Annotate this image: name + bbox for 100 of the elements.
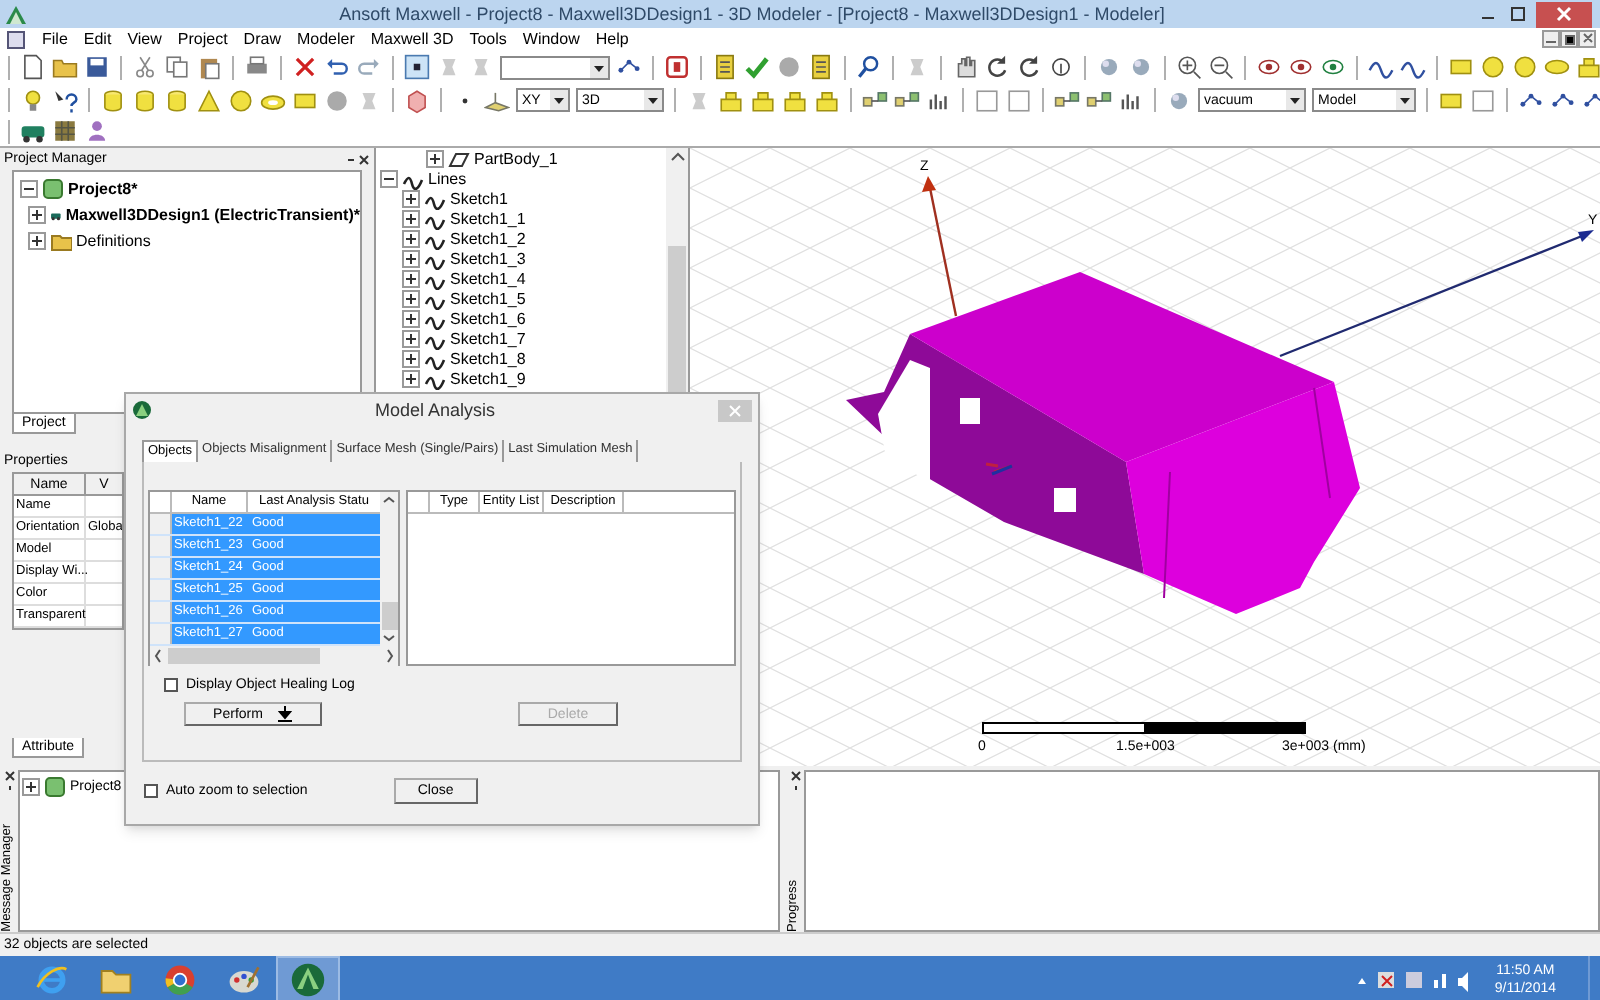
circle-icon[interactable] <box>1480 54 1506 80</box>
cube-icon[interactable] <box>404 87 430 113</box>
rotate-icon[interactable] <box>984 54 1010 80</box>
cylinder-icon[interactable] <box>132 87 158 113</box>
menu-item[interactable]: Edit <box>75 31 120 47</box>
box-icon[interactable] <box>1576 54 1600 80</box>
tree-item[interactable]: Maxwell3DDesign1 (ElectricTransient)* <box>65 207 360 223</box>
cylinder-icon[interactable] <box>100 87 126 113</box>
close-icon[interactable] <box>1536 1 1592 27</box>
expand-icon[interactable] <box>402 290 420 308</box>
tree-item[interactable]: Definitions <box>76 233 151 249</box>
eye-icon[interactable] <box>1320 54 1346 80</box>
menu-item[interactable]: View <box>119 31 170 47</box>
menu-item[interactable]: Maxwell 3D <box>362 31 462 47</box>
restore-buttons-icon[interactable] <box>1542 30 1596 48</box>
delete-icon[interactable] <box>292 54 318 80</box>
pin-close-icon[interactable] <box>346 151 370 167</box>
scroll-down-icon[interactable] <box>380 630 398 646</box>
zoom-in-icon[interactable] <box>1176 54 1202 80</box>
expand-icon[interactable] <box>402 190 420 208</box>
cylinder-icon[interactable] <box>164 87 190 113</box>
document-icon[interactable] <box>6 29 26 49</box>
save-icon[interactable] <box>84 54 110 80</box>
expand-icon[interactable] <box>402 350 420 368</box>
tree-item[interactable]: PartBody_1 <box>474 151 558 167</box>
expand-icon[interactable] <box>402 210 420 228</box>
caret-icon[interactable] <box>550 90 568 110</box>
menu-item[interactable]: Help <box>587 31 637 47</box>
linked-boxes-icon[interactable] <box>1054 87 1080 113</box>
tree-item[interactable]: Sketch1_2 <box>450 231 526 247</box>
menu-item[interactable]: Draw <box>235 31 289 47</box>
taskbar-button[interactable] <box>276 956 340 1000</box>
tree-item[interactable]: Sketch1_7 <box>450 331 526 347</box>
caret-icon[interactable] <box>1286 90 1304 110</box>
eye-icon[interactable] <box>1288 54 1314 80</box>
caret-icon[interactable] <box>644 90 662 110</box>
tree-item[interactable]: Sketch1_5 <box>450 291 526 307</box>
circle-icon[interactable] <box>228 87 254 113</box>
tree-item[interactable]: Sketch1_8 <box>450 351 526 367</box>
box-icon[interactable] <box>782 87 808 113</box>
caret-icon[interactable] <box>590 57 608 77</box>
tree-item[interactable]: Sketch1_6 <box>450 311 526 327</box>
eye-icon[interactable] <box>1256 54 1282 80</box>
menu-item[interactable]: Modeler <box>288 31 363 47</box>
pointer-icon[interactable] <box>404 54 430 80</box>
magnifier-icon[interactable] <box>856 54 882 80</box>
expand-icon[interactable] <box>426 150 444 168</box>
circled-i-icon[interactable] <box>1048 54 1074 80</box>
menu-item[interactable]: File <box>34 31 76 47</box>
tree-item[interactable]: Project8* <box>68 181 138 197</box>
grid-board-icon[interactable] <box>52 118 78 144</box>
scroll-up-icon[interactable] <box>667 148 687 166</box>
scroll-up-icon[interactable] <box>380 492 398 508</box>
hand-icon[interactable] <box>952 54 978 80</box>
checkbox[interactable] <box>164 678 178 692</box>
menu-item[interactable]: Window <box>514 31 588 47</box>
page-icon[interactable] <box>20 54 46 80</box>
expand-icon[interactable] <box>402 330 420 348</box>
document-icon[interactable] <box>808 54 834 80</box>
box-icon[interactable] <box>750 87 776 113</box>
tree-item[interactable]: Sketch1 <box>450 191 508 207</box>
scrollbar-thumb[interactable] <box>168 648 320 664</box>
rectangle-icon[interactable] <box>1448 54 1474 80</box>
tree-item[interactable]: Sketch1_4 <box>450 271 526 287</box>
expand-icon[interactable] <box>402 250 420 268</box>
linked-boxes-icon[interactable] <box>894 87 920 113</box>
expand-icon[interactable] <box>22 778 40 796</box>
plane-icon[interactable] <box>484 87 510 113</box>
collapse-icon[interactable] <box>380 170 398 188</box>
box-icon[interactable] <box>718 87 744 113</box>
tree-item[interactable]: Sketch1_9 <box>450 371 526 387</box>
box-icon[interactable] <box>814 87 840 113</box>
collapse-icon[interactable] <box>20 180 38 198</box>
expand-icon[interactable] <box>28 206 46 224</box>
linked-boxes-icon[interactable] <box>862 87 888 113</box>
expand-icon[interactable] <box>402 310 420 328</box>
maximize-icon[interactable] <box>1506 4 1530 24</box>
tree-item[interactable]: Sketch1_3 <box>450 251 526 267</box>
checkmark-icon[interactable] <box>744 54 770 80</box>
figure-icon[interactable] <box>84 118 110 144</box>
tree-item[interactable]: Lines <box>428 171 467 187</box>
linked-boxes-icon[interactable] <box>1086 87 1112 113</box>
scissors-icon[interactable] <box>132 54 158 80</box>
pointer-hook-icon[interactable] <box>52 87 78 113</box>
paste-icon[interactable] <box>196 54 222 80</box>
expand-icon[interactable] <box>28 232 46 250</box>
rotate-icon[interactable] <box>1016 54 1042 80</box>
zoom-out-icon[interactable] <box>1208 54 1234 80</box>
square-icon[interactable] <box>1470 87 1496 113</box>
copy-icon[interactable] <box>164 54 190 80</box>
expand-icon[interactable] <box>402 230 420 248</box>
tree-item[interactable]: Sketch1_1 <box>450 211 526 227</box>
cone-icon[interactable] <box>196 87 222 113</box>
checkbox[interactable] <box>144 784 158 798</box>
scrollbar-thumb[interactable] <box>381 602 397 630</box>
menu-item[interactable]: Project <box>169 31 236 47</box>
menu-item[interactable]: Tools <box>461 31 515 47</box>
stop-icon[interactable] <box>664 54 690 80</box>
expand-icon[interactable] <box>402 370 420 388</box>
circle-icon[interactable] <box>1512 54 1538 80</box>
